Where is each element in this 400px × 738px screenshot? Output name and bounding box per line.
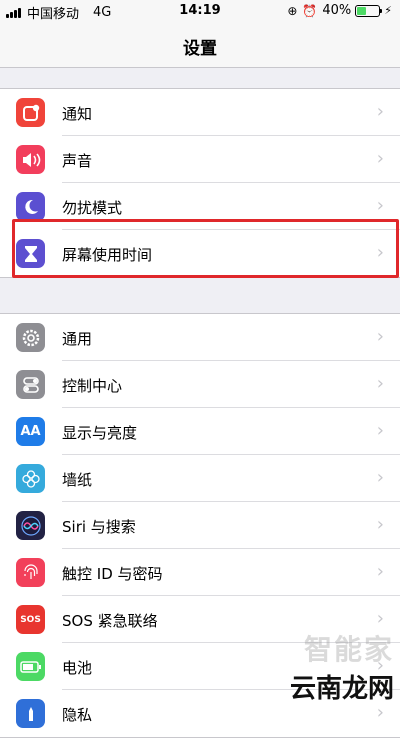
- wallpaper-icon: [16, 464, 45, 493]
- watermark-top: 智能家: [290, 628, 394, 668]
- siri-icon: [16, 511, 45, 540]
- battery-indicator-icon: [355, 5, 380, 17]
- control-center-icon: [16, 370, 45, 399]
- page-title: 设置: [0, 34, 400, 59]
- settings-row-touch-id-passcode[interactable]: 触控 ID 与密码 ›: [0, 549, 400, 596]
- chevron-right-icon: ›: [377, 195, 384, 216]
- battery-percent: 40%: [322, 3, 351, 18]
- watermark: 智能家 云南龙网: [290, 628, 394, 705]
- chevron-right-icon: ›: [377, 702, 384, 723]
- chevron-right-icon: ›: [377, 373, 384, 394]
- battery-fill: [357, 7, 365, 15]
- display-brightness-icon: AA: [16, 417, 45, 446]
- touch-id-icon: [16, 558, 45, 587]
- row-label: Siri 与搜索: [62, 516, 136, 537]
- watermark-bottom: 云南龙网: [290, 668, 394, 705]
- privacy-icon: [16, 699, 45, 728]
- row-label: 声音: [62, 150, 92, 171]
- do-not-disturb-icon: [16, 192, 45, 221]
- row-label: 墙纸: [62, 469, 92, 490]
- orientation-lock-icon: ⊕: [287, 4, 297, 18]
- row-label: 电池: [62, 657, 92, 678]
- row-label: 控制中心: [62, 375, 122, 396]
- settings-row-display-brightness[interactable]: AA 显示与亮度 ›: [0, 408, 400, 455]
- navigation-bar: 设置: [0, 22, 400, 68]
- row-label: 触控 ID 与密码: [62, 563, 163, 584]
- chevron-right-icon: ›: [377, 326, 384, 347]
- sounds-icon: [16, 145, 45, 174]
- settings-row-control-center[interactable]: 控制中心 ›: [0, 361, 400, 408]
- battery-icon: [16, 652, 45, 681]
- charging-bolt-icon: ⚡: [384, 4, 392, 17]
- alarm-icon: ⏰: [302, 4, 317, 18]
- status-bar: 中国移动 4G 14:19 ⊕ ⏰ 40% ⚡: [0, 0, 400, 22]
- row-label: 显示与亮度: [62, 422, 137, 443]
- row-label: 通用: [62, 328, 92, 349]
- row-label: 隐私: [62, 704, 92, 725]
- chevron-right-icon: ›: [377, 467, 384, 488]
- chevron-right-icon: ›: [377, 514, 384, 535]
- sos-icon: SOS: [16, 605, 45, 634]
- status-right: ⊕ ⏰ 40% ⚡: [287, 3, 392, 18]
- row-label: SOS 紧急联络: [62, 610, 158, 631]
- chevron-right-icon: ›: [377, 101, 384, 122]
- row-label: 勿扰模式: [62, 197, 122, 218]
- settings-row-general[interactable]: 通用 ›: [0, 314, 400, 361]
- notifications-icon: [16, 98, 45, 127]
- screen-time-highlight-box: [12, 219, 399, 278]
- settings-row-siri-search[interactable]: Siri 与搜索 ›: [0, 502, 400, 549]
- gear-icon: [16, 323, 45, 352]
- chevron-right-icon: ›: [377, 420, 384, 441]
- row-label: 通知: [62, 103, 92, 124]
- chevron-right-icon: ›: [377, 561, 384, 582]
- settings-row-sounds[interactable]: 声音 ›: [0, 136, 400, 183]
- chevron-right-icon: ›: [377, 148, 384, 169]
- chevron-right-icon: ›: [377, 608, 384, 629]
- settings-row-wallpaper[interactable]: 墙纸 ›: [0, 455, 400, 502]
- settings-row-notifications[interactable]: 通知 ›: [0, 89, 400, 136]
